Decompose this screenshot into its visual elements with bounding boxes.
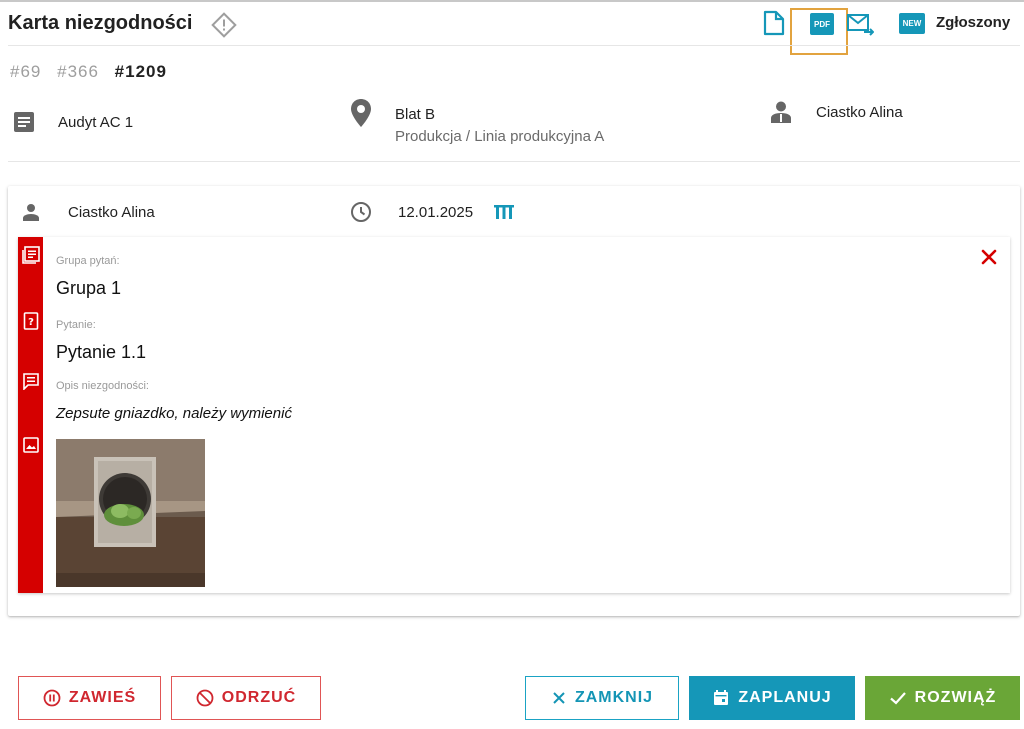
status-label: Zgłoszony bbox=[936, 14, 1011, 31]
group-label: Grupa pytań: bbox=[56, 255, 120, 267]
pdf-icon-label: PDF bbox=[814, 19, 830, 29]
columns-icon[interactable] bbox=[494, 205, 514, 219]
entry-author: Ciastko Alina bbox=[68, 204, 155, 221]
person-icon bbox=[23, 204, 39, 221]
schedule-label: ZAPLANUJ bbox=[738, 689, 832, 706]
close-button[interactable]: ZAMKNIJ bbox=[525, 676, 679, 720]
location-pin-icon bbox=[351, 99, 371, 127]
id-breadcrumb: #69 #366 #1209 bbox=[10, 62, 177, 82]
send-mail-icon[interactable] bbox=[846, 12, 874, 36]
audit-icon bbox=[14, 112, 34, 132]
calendar-icon bbox=[714, 690, 729, 705]
nonconformity-photo[interactable] bbox=[56, 439, 205, 587]
resolve-button[interactable]: ROZWIĄŻ bbox=[865, 676, 1020, 720]
divider bbox=[8, 161, 1020, 162]
group-list-icon bbox=[22, 246, 40, 264]
assignee-icon bbox=[771, 101, 791, 123]
id-link-prev1[interactable]: #69 bbox=[10, 62, 41, 81]
group-value: Grupa 1 bbox=[56, 278, 122, 298]
page-title: Karta niezgodności bbox=[8, 12, 193, 34]
entry-date: 12.01.2025 bbox=[398, 204, 474, 221]
schedule-button[interactable]: ZAPLANUJ bbox=[689, 676, 855, 720]
question-label: Pytanie: bbox=[56, 319, 96, 331]
comment-icon bbox=[23, 373, 39, 390]
block-icon bbox=[196, 689, 214, 707]
reject-label: ODRZUĆ bbox=[221, 689, 297, 706]
question-icon: ? bbox=[23, 312, 39, 330]
close-icon[interactable] bbox=[980, 248, 998, 266]
x-icon bbox=[553, 692, 565, 704]
warning-diamond-icon[interactable] bbox=[210, 11, 238, 39]
description-value: Zepsute gniazdko, należy wymienić bbox=[56, 405, 292, 422]
document-icon[interactable] bbox=[762, 10, 786, 36]
new-status-icon: NEW bbox=[899, 13, 925, 34]
reject-button[interactable]: ODRZUĆ bbox=[171, 676, 321, 720]
id-link-prev2[interactable]: #366 bbox=[57, 62, 99, 81]
question-value: Pytanie 1.1 bbox=[56, 342, 147, 362]
image-icon bbox=[23, 437, 39, 453]
svg-text:?: ? bbox=[28, 317, 34, 328]
description-label: Opis niezgodności: bbox=[56, 380, 149, 392]
top-border bbox=[0, 0, 1024, 2]
status-sidebar bbox=[18, 237, 43, 593]
id-current: #1209 bbox=[114, 62, 167, 81]
location-name: Blat B bbox=[395, 106, 436, 123]
assignee-name: Ciastko Alina bbox=[816, 104, 903, 121]
new-status-label: NEW bbox=[902, 19, 922, 28]
suspend-button[interactable]: ZAWIEŚ bbox=[18, 676, 161, 720]
check-icon bbox=[889, 692, 906, 705]
location-path: Produkcja / Linia produkcyjna A bbox=[395, 128, 605, 145]
clock-icon bbox=[351, 202, 371, 222]
audit-name: Audyt AC 1 bbox=[58, 114, 134, 131]
close-label: ZAMKNIJ bbox=[574, 689, 654, 706]
pdf-icon[interactable]: PDF bbox=[810, 13, 834, 35]
pause-icon bbox=[43, 689, 61, 707]
suspend-label: ZAWIEŚ bbox=[68, 689, 137, 706]
resolve-label: ROZWIĄŻ bbox=[914, 689, 997, 706]
divider bbox=[8, 45, 1020, 46]
